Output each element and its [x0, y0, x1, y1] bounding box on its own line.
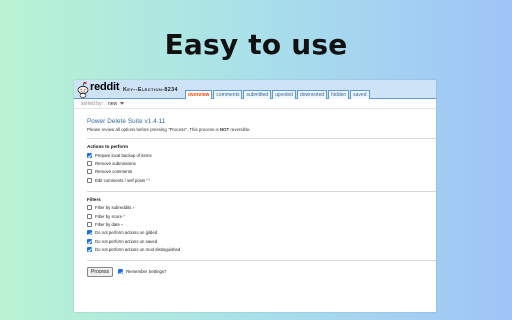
sort-label: sorted by:: [81, 101, 103, 107]
filters-option[interactable]: Do not perform actions on mod distinguis…: [87, 246, 436, 254]
filters-checkbox[interactable]: [87, 222, 92, 228]
actions-title: Actions to perform: [87, 144, 129, 149]
filters-option-label: Filter by score: [95, 213, 122, 219]
filters-checkbox[interactable]: [87, 205, 92, 211]
actions-option-label: Remove comments: [95, 169, 133, 175]
headline: Easy to use: [164, 28, 348, 61]
actions-checkbox[interactable]: [87, 152, 92, 158]
panel-description: Please review all options before pressin…: [87, 127, 436, 132]
divider: [87, 138, 436, 139]
filters-option-label: Filter by subreddits: [95, 205, 132, 211]
actions-option-label: Prepare local backup of items: [95, 152, 152, 158]
username-label[interactable]: Key--Election-8234: [123, 87, 178, 93]
reddit-wordmark[interactable]: reddit: [90, 81, 120, 93]
actions-checkbox[interactable]: [87, 161, 92, 167]
filters-checkbox[interactable]: [87, 238, 92, 244]
divider: [87, 190, 436, 192]
filters-list: Filter by subreddits» Filter by score» Fil…: [87, 204, 436, 254]
desc-post: reversible.: [229, 127, 251, 132]
chevron-down-icon[interactable]: [120, 102, 124, 105]
profile-tabs: overview comments submitted upvoted downvote…: [185, 90, 370, 99]
filters-option[interactable]: Do not perform actions on saved: [87, 237, 436, 245]
help-link[interactable]: »: [123, 214, 125, 218]
actions-checkbox[interactable]: [87, 169, 92, 175]
sort-bar: sorted by: new: [74, 99, 436, 109]
filters-option-label: Do not perform actions on mod distinguis…: [95, 247, 181, 253]
filters-option-label: Filter by date: [95, 222, 120, 228]
actions-list: Prepare local backup of items Remove subm…: [87, 151, 436, 185]
remember-settings-checkbox[interactable]: [118, 269, 124, 275]
tab-downvoted[interactable]: downvoted: [296, 90, 328, 99]
reddit-screenshot: reddit Key--Election-8234 overview commen…: [74, 80, 436, 312]
filters-option-label: Do not perform actions on gilded: [95, 230, 158, 236]
tab-overview[interactable]: overview: [185, 90, 213, 99]
sort-dropdown[interactable]: new: [108, 101, 117, 107]
divider: [87, 259, 436, 261]
filters-option-label: Do not perform actions on saved: [95, 238, 158, 244]
actions-option[interactable]: Prepare local backup of items: [87, 151, 436, 159]
actions-option[interactable]: Remove submissions: [87, 159, 436, 167]
tab-upvoted[interactable]: upvoted: [272, 90, 296, 99]
actions-option-label: Edit comments / self posts: [95, 177, 146, 183]
actions-option[interactable]: Edit comments / self posts»?: [87, 176, 436, 184]
filters-option[interactable]: Do not perform actions on gilded: [87, 229, 436, 237]
help-link[interactable]: »: [132, 206, 134, 210]
desc-pre: Please review all options before pressin…: [87, 127, 220, 132]
filters-title: Filters: [87, 196, 101, 202]
reddit-alien-icon[interactable]: [76, 81, 90, 98]
panel-title: Power Delete Suite v1.4.11: [87, 118, 166, 125]
desc-bold: NOT: [219, 127, 230, 132]
actions-option[interactable]: Remove comments: [87, 168, 436, 176]
filters-option[interactable]: Filter by subreddits»: [87, 204, 436, 212]
help-link[interactable]: »?: [146, 178, 150, 182]
remember-settings-label: Remember Settings?: [126, 269, 167, 275]
filters-checkbox[interactable]: [87, 247, 92, 253]
tab-comments[interactable]: comments: [213, 90, 243, 99]
process-button[interactable]: Process: [87, 266, 114, 277]
filters-option[interactable]: Filter by date»: [87, 220, 436, 228]
filters-checkbox[interactable]: [87, 213, 92, 219]
filters-option[interactable]: Filter by score»: [87, 212, 436, 220]
help-link[interactable]: »: [121, 223, 123, 227]
panel-footer: Process Remember Settings?: [87, 266, 436, 277]
reddit-header: reddit Key--Election-8234 overview commen…: [74, 80, 436, 99]
power-delete-panel: Power Delete Suite v1.4.11 Please review…: [87, 118, 436, 277]
tab-hidden[interactable]: hidden: [328, 90, 350, 99]
tab-saved[interactable]: saved: [350, 90, 370, 99]
actions-checkbox[interactable]: [87, 177, 92, 183]
tab-submitted[interactable]: submitted: [243, 90, 272, 99]
actions-option-label: Remove submissions: [95, 161, 136, 167]
filters-checkbox[interactable]: [87, 230, 92, 236]
